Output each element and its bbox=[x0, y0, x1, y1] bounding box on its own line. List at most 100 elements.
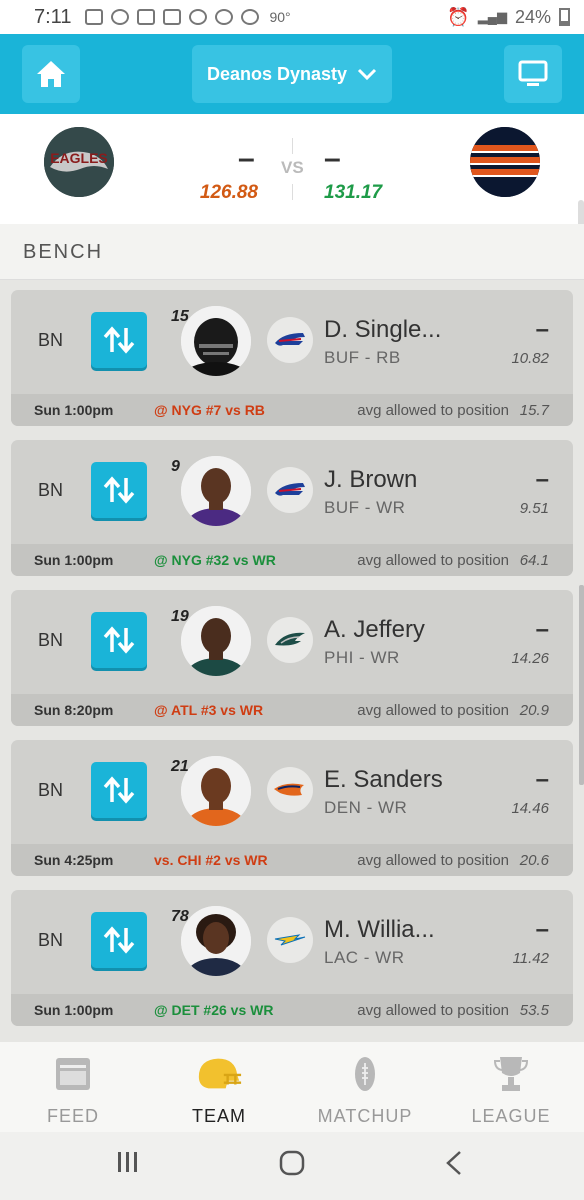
player-projected: – bbox=[535, 316, 549, 343]
player-photo[interactable] bbox=[181, 606, 251, 676]
team-logo-chargers bbox=[267, 917, 313, 963]
home-nav-button[interactable] bbox=[279, 1150, 305, 1181]
swap-arrows-icon bbox=[103, 926, 135, 954]
avg-allowed-label: avg allowed to position bbox=[357, 852, 509, 869]
mail-icon bbox=[137, 9, 156, 25]
home-circle-icon bbox=[279, 1150, 305, 1176]
player-photo[interactable] bbox=[181, 456, 251, 526]
player-name[interactable]: J. Brown bbox=[324, 466, 417, 494]
scrollbar[interactable] bbox=[579, 585, 584, 785]
slot-label: BN bbox=[38, 480, 64, 500]
team-logo-broncos bbox=[267, 767, 313, 813]
opponent-rank: @ NYG #7 vs RB bbox=[154, 402, 265, 418]
player-name[interactable]: M. Willia... bbox=[324, 916, 435, 944]
player-team-position: PHI - WR bbox=[324, 648, 400, 667]
vs-divider bbox=[292, 138, 293, 154]
game-time: Sun 1:00pm bbox=[34, 1002, 114, 1018]
home-team-logo[interactable]: EAGLES bbox=[44, 127, 114, 197]
swap-button[interactable] bbox=[91, 762, 147, 818]
helmet-icon bbox=[195, 1054, 243, 1094]
signal-icon: ▂▄▆ bbox=[477, 9, 507, 24]
swap-arrows-icon bbox=[103, 626, 135, 654]
player-points: 9.51 bbox=[519, 500, 549, 517]
vs-divider bbox=[292, 184, 293, 200]
recent-apps-button[interactable] bbox=[116, 1150, 140, 1179]
football-icon bbox=[341, 1054, 389, 1094]
nav-feed[interactable]: FEED bbox=[0, 1042, 146, 1132]
system-navigation-bar bbox=[0, 1132, 584, 1200]
player-projected: – bbox=[535, 616, 549, 643]
jersey-number: 15 bbox=[171, 308, 189, 325]
temperature: 90° bbox=[269, 9, 291, 25]
team-logo-bills bbox=[267, 317, 313, 363]
home-button[interactable] bbox=[22, 45, 80, 103]
nav-label: FEED bbox=[46, 1106, 99, 1126]
player-photo[interactable] bbox=[181, 306, 251, 376]
battery-icon bbox=[559, 8, 570, 26]
swap-button[interactable] bbox=[91, 312, 147, 368]
opponent-rank: vs. CHI #2 vs WR bbox=[154, 852, 268, 868]
news-icon bbox=[85, 9, 104, 25]
player-photo[interactable] bbox=[181, 906, 251, 976]
swap-button[interactable] bbox=[91, 912, 147, 968]
chat-icon bbox=[241, 9, 260, 25]
vs-label: VS bbox=[281, 158, 304, 177]
player-card[interactable]: BN 19 A. Jeffery PHI - WR – 14.26 Sun 8:… bbox=[11, 590, 573, 726]
live-view-button[interactable] bbox=[504, 45, 562, 103]
bottom-navigation: FEED TEAM MATCHUP LEAGUE bbox=[0, 1042, 584, 1132]
back-button[interactable] bbox=[444, 1150, 464, 1181]
monitor-icon bbox=[518, 60, 548, 86]
nav-team[interactable]: TEAM bbox=[146, 1042, 292, 1132]
avg-allowed-value: 20.6 bbox=[519, 852, 549, 869]
system-status: ⏰ ▂▄▆ 24% bbox=[447, 7, 570, 28]
matchup-info: Sun 1:00pm @ DET #26 vs WR avg allowed t… bbox=[11, 994, 573, 1026]
status-time: 7:11 bbox=[34, 5, 72, 28]
player-name[interactable]: E. Sanders bbox=[324, 766, 443, 794]
jersey-number: 9 bbox=[171, 458, 180, 475]
player-photo[interactable] bbox=[181, 756, 251, 826]
player-list[interactable]: BN 15 D. Single... BUF - RB – 10.82 Sun … bbox=[0, 280, 584, 1042]
back-arrow-icon bbox=[446, 1151, 461, 1175]
slot-label: BN bbox=[38, 930, 64, 950]
avg-allowed-label: avg allowed to position bbox=[357, 1002, 509, 1019]
nav-label: LEAGUE bbox=[471, 1106, 551, 1126]
league-selector[interactable]: Deanos Dynasty bbox=[192, 45, 392, 103]
home-icon bbox=[37, 61, 65, 87]
battery-level: 24% bbox=[514, 6, 551, 27]
feed-icon bbox=[49, 1054, 97, 1094]
avg-allowed-value: 64.1 bbox=[519, 552, 549, 569]
player-name[interactable]: A. Jeffery bbox=[324, 616, 425, 644]
slot-label: BN bbox=[38, 630, 64, 650]
avg-allowed-label: avg allowed to position bbox=[357, 702, 509, 719]
team-logo-bills bbox=[267, 467, 313, 513]
player-projected: – bbox=[535, 916, 549, 943]
away-team-logo[interactable] bbox=[470, 127, 540, 197]
matchup-scoreboard[interactable]: EAGLES – VS – 126.88 131.17 bbox=[0, 114, 584, 224]
avg-allowed-label: avg allowed to position bbox=[357, 552, 509, 569]
player-card[interactable]: BN 21 E. Sanders DEN - WR – 14.46 Sun 4:… bbox=[11, 740, 573, 876]
svg-text:EAGLES: EAGLES bbox=[50, 150, 108, 166]
player-team-position: DEN - WR bbox=[324, 798, 408, 817]
avg-allowed-value: 15.7 bbox=[519, 402, 549, 419]
player-name[interactable]: D. Single... bbox=[324, 316, 441, 344]
trophy-icon bbox=[487, 1054, 535, 1094]
nav-league[interactable]: LEAGUE bbox=[438, 1042, 584, 1132]
player-team-position: LAC - WR bbox=[324, 948, 405, 967]
avg-allowed-value: 53.5 bbox=[519, 1002, 549, 1019]
player-card[interactable]: BN 9 J. Brown BUF - WR – 9.51 Sun 1:00pm… bbox=[11, 440, 573, 576]
status-bar: 7:11 90° ⏰ ▂▄▆ 24% bbox=[0, 0, 584, 34]
player-card[interactable]: BN 15 D. Single... BUF - RB – 10.82 Sun … bbox=[11, 290, 573, 426]
swap-button[interactable] bbox=[91, 612, 147, 668]
player-projected: – bbox=[535, 466, 549, 493]
player-points: 14.26 bbox=[511, 650, 549, 667]
mail-icon bbox=[163, 9, 182, 25]
swap-button[interactable] bbox=[91, 462, 147, 518]
avg-allowed-label: avg allowed to position bbox=[357, 402, 509, 419]
swap-arrows-icon bbox=[103, 326, 135, 354]
opponent-rank: @ DET #26 vs WR bbox=[154, 1002, 274, 1018]
nav-matchup[interactable]: MATCHUP bbox=[292, 1042, 438, 1132]
matchup-info: Sun 1:00pm @ NYG #7 vs RB avg allowed to… bbox=[11, 394, 573, 426]
jersey-number: 78 bbox=[171, 908, 189, 925]
slot-label: BN bbox=[38, 330, 64, 350]
player-card[interactable]: BN 78 M. Willia... LAC - WR – 11.42 Sun … bbox=[11, 890, 573, 1026]
